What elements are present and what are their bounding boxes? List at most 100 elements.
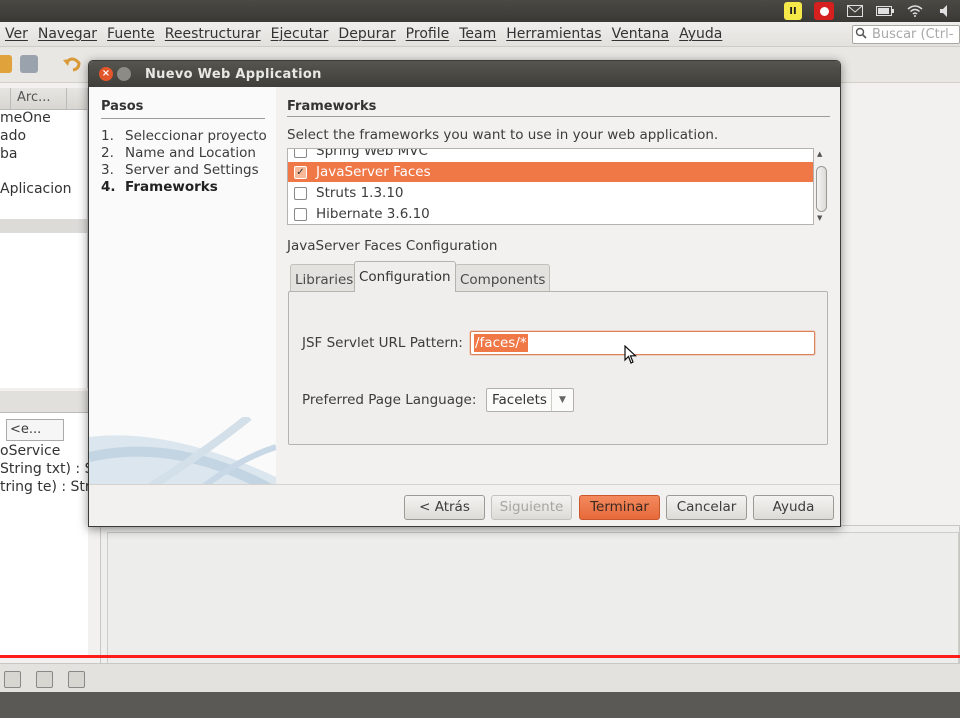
menu-ejecutar[interactable]: Ejecutar (266, 26, 334, 42)
step-label: Seleccionar proyecto (125, 128, 267, 144)
url-pattern-label: JSF Servlet URL Pattern: (302, 335, 463, 351)
step-number: 1. (101, 128, 114, 144)
menu-navegar[interactable]: Navegar (33, 26, 102, 42)
scroll-down-icon[interactable]: ▼ (817, 214, 822, 222)
tool-icon[interactable] (68, 671, 85, 688)
back-button[interactable]: < Atrás (404, 495, 485, 520)
new-project-icon[interactable] (0, 55, 12, 73)
step-label: Server and Settings (125, 162, 259, 178)
menu-herramientas[interactable]: Herramientas (501, 26, 606, 42)
configuration-pane (288, 291, 828, 445)
framework-name: JavaServer Faces (316, 164, 431, 180)
dialog-button-bar: < Atrás Siguiente > Terminar Cancelar Ay… (89, 484, 840, 526)
menu-ver[interactable]: Ver (0, 26, 33, 42)
tab-components[interactable]: Components (455, 264, 551, 292)
tab-files[interactable]: Arc... (10, 88, 51, 110)
panel-divider (0, 219, 87, 233)
wifi-icon[interactable] (906, 3, 924, 19)
help-button[interactable]: Ayuda (753, 495, 834, 520)
navigator-panel: <e... oService String txt) : Str tring t… (0, 391, 88, 656)
cancel-button[interactable]: Cancelar (666, 495, 747, 520)
save-all-icon[interactable] (20, 55, 38, 73)
chevron-down-icon[interactable]: ▼ (551, 389, 573, 411)
navigator-combo[interactable]: <e... (6, 419, 64, 441)
finish-button[interactable]: Terminar (579, 495, 660, 520)
new-web-application-dialog: × Nuevo Web Application Pasos 1. Seleccio… (88, 60, 841, 527)
tree-item[interactable]: ado (0, 128, 26, 144)
step-number: 2. (101, 145, 114, 161)
tool-icon[interactable] (4, 671, 21, 688)
bottom-dark-bar (0, 692, 960, 718)
framework-row-selected[interactable]: ✓ JavaServer Faces (288, 162, 813, 182)
maximize-icon[interactable] (117, 67, 131, 81)
section-heading: Frameworks (287, 99, 377, 114)
search-placeholder: Buscar (Ctrl- (872, 27, 954, 42)
divider (287, 116, 830, 117)
steps-panel: Pasos 1. Seleccionar proyecto 2. Name and … (89, 87, 276, 484)
scrollbar-thumb[interactable] (816, 166, 827, 212)
framework-row[interactable]: Hibernate 3.6.10 (288, 204, 813, 224)
system-top-panel: II (0, 0, 960, 22)
framework-checkbox[interactable] (294, 207, 307, 221)
member-item[interactable]: tring te) : Strin (0, 479, 88, 495)
search-input[interactable]: Buscar (Ctrl- (852, 25, 960, 44)
frameworks-scrollbar[interactable]: ▲ ▼ (814, 148, 830, 225)
next-button[interactable]: Siguiente > (491, 495, 572, 526)
tree-item[interactable]: Aplicacion (0, 181, 72, 197)
tree-item[interactable]: ba (0, 146, 17, 162)
framework-row[interactable]: Struts 1.3.10 (288, 183, 813, 203)
page-language-select[interactable]: Facelets ▼ (486, 388, 574, 412)
volume-icon[interactable] (936, 3, 954, 19)
divider (101, 118, 265, 119)
menu-ayuda[interactable]: Ayuda (674, 26, 727, 42)
mail-icon[interactable] (846, 3, 864, 19)
menu-bar: Ver Navegar Fuente Reestructurar Ejecuta… (0, 22, 960, 47)
step-label: Frameworks (125, 179, 218, 195)
stop-recording-icon[interactable] (814, 2, 834, 20)
tool-icon[interactable] (36, 671, 53, 688)
page-language-value: Facelets (492, 392, 547, 408)
mouse-cursor-icon (624, 345, 638, 364)
url-pattern-input[interactable]: /faces/* (470, 331, 815, 355)
framework-name: Hibernate 3.6.10 (316, 206, 430, 222)
pause-recording-icon[interactable]: II (784, 2, 802, 20)
framework-row[interactable]: Spring Web MVC (288, 148, 813, 161)
step-label: Name and Location (125, 145, 256, 161)
member-item[interactable]: String txt) : Str (0, 461, 88, 477)
step-item-current: 4. Frameworks (101, 179, 218, 195)
framework-checkbox[interactable] (294, 149, 307, 158)
close-icon[interactable]: × (99, 67, 113, 81)
tab-configuration[interactable]: Configuration (354, 261, 456, 292)
battery-icon[interactable] (876, 3, 894, 19)
menu-fuente[interactable]: Fuente (102, 26, 160, 42)
steps-heading: Pasos (101, 99, 144, 114)
search-icon (855, 27, 867, 43)
framework-checkbox[interactable] (294, 186, 307, 200)
tree-item[interactable]: meOne (0, 110, 51, 126)
projects-tabs: Arc... (0, 88, 87, 110)
step-number: 4. (101, 179, 116, 195)
framework-name: Spring Web MVC (316, 148, 428, 159)
framework-checkbox[interactable]: ✓ (294, 165, 307, 179)
member-item[interactable]: oService (0, 443, 60, 459)
menu-profile[interactable]: Profile (401, 26, 455, 42)
scroll-up-icon[interactable]: ▲ (817, 150, 822, 158)
undo-icon[interactable] (62, 55, 81, 73)
section-description: Select the frameworks you want to use in… (287, 127, 719, 143)
decorative-swoosh (89, 417, 276, 484)
configuration-title: JavaServer Faces Configuration (287, 238, 498, 254)
tab-services[interactable] (66, 88, 87, 110)
menu-ventana[interactable]: Ventana (607, 26, 675, 42)
frameworks-list: Spring Web MVC ✓ JavaServer Faces Struts… (287, 148, 814, 225)
editor-background (840, 88, 960, 503)
menu-depurar[interactable]: Depurar (333, 26, 400, 42)
frameworks-content: Frameworks Select the frameworks you wan… (276, 87, 840, 484)
menu-team[interactable]: Team (454, 26, 501, 42)
navigator-header (0, 391, 88, 413)
stop-dot (819, 6, 829, 16)
url-pattern-value: /faces/* (474, 334, 528, 352)
framework-name: Struts 1.3.10 (316, 185, 404, 201)
tab-libraries[interactable]: Libraries (290, 264, 359, 292)
menu-reestructurar[interactable]: Reestructurar (160, 26, 266, 42)
step-number: 3. (101, 162, 114, 178)
